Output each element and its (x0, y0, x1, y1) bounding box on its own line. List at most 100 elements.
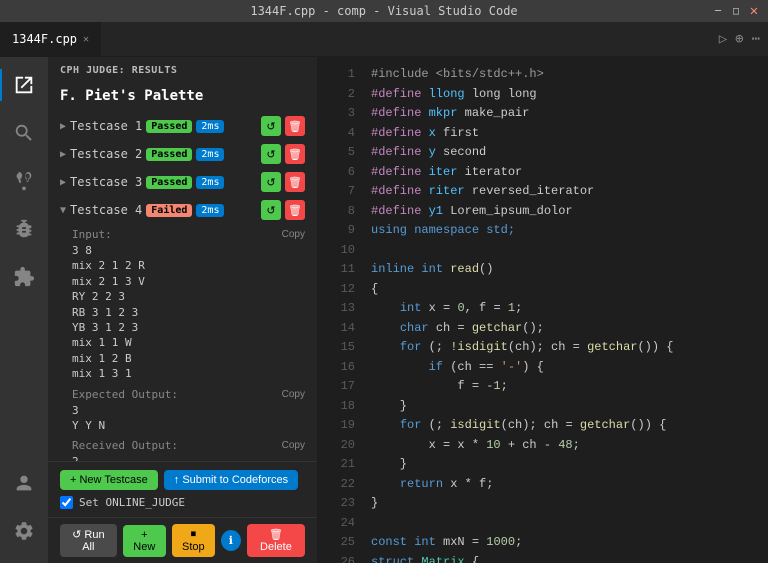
tc4-copy-input-btn[interactable]: Copy (282, 229, 305, 240)
tc4-delete-btn[interactable]: 🗑 (285, 200, 305, 220)
more-actions-icon[interactable]: ⋯ (752, 31, 760, 47)
tc2-delete-btn[interactable]: 🗑 (285, 144, 305, 164)
code-line-14: char ch = getchar(); (371, 319, 768, 339)
activity-item-explorer[interactable] (0, 61, 48, 109)
footer-buttons: + New Testcase ↑ Submit to Codeforces (60, 470, 305, 490)
code-line-25: const int mxN = 1000; (371, 533, 768, 553)
tc4-rerun-btn[interactable]: ↺ (261, 200, 281, 220)
tc4-copy-expected-btn[interactable]: Copy (282, 389, 305, 400)
code-line-13: int x = 0, f = 1; (371, 299, 768, 319)
tc4-label: Testcase 4 (70, 203, 142, 217)
testcase-item-1[interactable]: ▶ Testcase 1 Passed 2ms ↺ 🗑 (48, 112, 317, 140)
tc1-actions: ↺ 🗑 (261, 116, 305, 136)
activity-item-search[interactable] (0, 109, 48, 157)
tc3-label: Testcase 3 (70, 175, 142, 189)
tc4-received-label: Received Output: Copy (72, 439, 305, 452)
active-tab[interactable]: 1344F.cpp ✕ (0, 21, 101, 56)
code-line-8: #define y1 Lorem_ipsum_dolor (371, 202, 768, 222)
sidebar-footer: + New Testcase ↑ Submit to Codeforces Se… (48, 461, 317, 517)
code-line-17: f = -1; (371, 377, 768, 397)
online-judge-checkbox-label[interactable]: Set ONLINE_JUDGE (60, 496, 305, 509)
tc4-received-value: 2 N N N (72, 454, 305, 461)
sidebar-content: ▶ Testcase 1 Passed 2ms ↺ 🗑 ▶ Testcase 2… (48, 112, 317, 461)
minimize-button[interactable]: ─ (712, 5, 724, 17)
delete-button[interactable]: 🗑 Delete (247, 524, 305, 557)
code-line-9: using namespace std; (371, 221, 768, 241)
online-judge-label: Set ONLINE_JUDGE (79, 496, 185, 509)
code-line-21: } (371, 455, 768, 475)
activity-item-debug[interactable] (0, 205, 48, 253)
tc4-input-value: 3 8 mix 2 1 2 R mix 2 1 3 V RY 2 2 3 RB … (72, 243, 305, 382)
tc1-label: Testcase 1 (70, 119, 142, 133)
activity-item-settings[interactable] (0, 507, 48, 555)
main-content: CPH JUDGE: RESULTS F. Piet's Palette ▶ T… (0, 57, 768, 563)
info-button[interactable]: ℹ (221, 530, 241, 551)
tc1-time: 2ms (196, 120, 224, 133)
code-line-4: #define x first (371, 124, 768, 144)
tc3-time: 2ms (196, 176, 224, 189)
testcase-item-2[interactable]: ▶ Testcase 2 Passed 2ms ↺ 🗑 (48, 140, 317, 168)
tc4-copy-received-btn[interactable]: Copy (282, 440, 305, 451)
tab-bar-actions: ▷ ⊕ ⋯ (711, 21, 768, 56)
code-line-6: #define iter iterator (371, 163, 768, 183)
code-line-16: if (ch == '-') { (371, 358, 768, 378)
split-editor-icon[interactable]: ⊕ (735, 31, 743, 47)
tc4-detail: Input: Copy 3 8 mix 2 1 2 R mix 2 1 3 V … (48, 224, 317, 461)
maximize-button[interactable]: □ (730, 5, 742, 17)
tc2-status: Passed (146, 148, 192, 161)
tc4-time: 2ms (196, 204, 224, 217)
new-small-button[interactable]: + New (123, 525, 166, 557)
tc2-rerun-btn[interactable]: ↺ (261, 144, 281, 164)
sidebar-header: CPH JUDGE: RESULTS (48, 57, 317, 84)
tc1-delete-btn[interactable]: 🗑 (285, 116, 305, 136)
submit-codeforces-button[interactable]: ↑ Submit to Codeforces (164, 470, 298, 490)
editor-area: 1234567891011121314151617181920212223242… (318, 57, 768, 563)
tc4-input-section: Input: Copy 3 8 mix 2 1 2 R mix 2 1 3 V … (72, 228, 305, 382)
code-line-23: } (371, 494, 768, 514)
tc4-actions: ↺ 🗑 (261, 200, 305, 220)
editor-content[interactable]: 1234567891011121314151617181920212223242… (318, 57, 768, 563)
sidebar: CPH JUDGE: RESULTS F. Piet's Palette ▶ T… (48, 57, 318, 563)
line-numbers: 1234567891011121314151617181920212223242… (318, 57, 363, 563)
tc1-arrow: ▶ (60, 121, 66, 132)
online-judge-checkbox[interactable] (60, 496, 73, 509)
tc3-rerun-btn[interactable]: ↺ (261, 172, 281, 192)
testcase-item-3[interactable]: ▶ Testcase 3 Passed 2ms ↺ 🗑 (48, 168, 317, 196)
activity-item-source-control[interactable] (0, 157, 48, 205)
run-icon[interactable]: ▷ (719, 31, 727, 47)
activity-item-account[interactable] (0, 459, 48, 507)
tc4-expected-label: Expected Output: Copy (72, 388, 305, 401)
code-line-5: #define y second (371, 143, 768, 163)
tc2-actions: ↺ 🗑 (261, 144, 305, 164)
activity-bar-bottom (0, 459, 48, 563)
testcase-item-4[interactable]: ▼ Testcase 4 Failed 2ms ↺ 🗑 (48, 196, 317, 224)
close-button[interactable]: ✕ (748, 5, 760, 17)
code-area[interactable]: #include <bits/stdc++.h>#define llong lo… (363, 57, 768, 563)
tc3-status: Passed (146, 176, 192, 189)
code-line-20: x = x * 10 + ch - 48; (371, 436, 768, 456)
title-bar: 1344F.cpp - comp - Visual Studio Code ─ … (0, 0, 768, 22)
tc2-label: Testcase 2 (70, 147, 142, 161)
window-controls: ─ □ ✕ (712, 5, 760, 17)
code-line-15: for (; !isdigit(ch); ch = getchar()) { (371, 338, 768, 358)
tc4-input-label: Input: Copy (72, 228, 305, 241)
tc3-delete-btn[interactable]: 🗑 (285, 172, 305, 192)
tc3-actions: ↺ 🗑 (261, 172, 305, 192)
tc4-expected-section: Expected Output: Copy 3 Y Y N (72, 388, 305, 434)
tab-close-icon[interactable]: ✕ (83, 34, 89, 45)
activity-item-extensions[interactable] (0, 253, 48, 301)
code-line-18: } (371, 397, 768, 417)
stop-button[interactable]: ⏹ Stop (172, 524, 215, 557)
code-line-19: for (; isdigit(ch); ch = getchar()) { (371, 416, 768, 436)
code-line-26: struct Matrix { (371, 553, 768, 563)
tc2-time: 2ms (196, 148, 224, 161)
code-line-11: inline int read() (371, 260, 768, 280)
tab-bar: 1344F.cpp ✕ ▷ ⊕ ⋯ (0, 22, 768, 57)
tc1-rerun-btn[interactable]: ↺ (261, 116, 281, 136)
tc4-status: Failed (146, 204, 192, 217)
new-testcase-button[interactable]: + New Testcase (60, 470, 158, 490)
tc4-arrow: ▼ (60, 205, 66, 216)
tab-label: 1344F.cpp (12, 32, 77, 46)
run-all-button[interactable]: ↺ Run All (60, 524, 117, 557)
activity-bar (0, 57, 48, 563)
